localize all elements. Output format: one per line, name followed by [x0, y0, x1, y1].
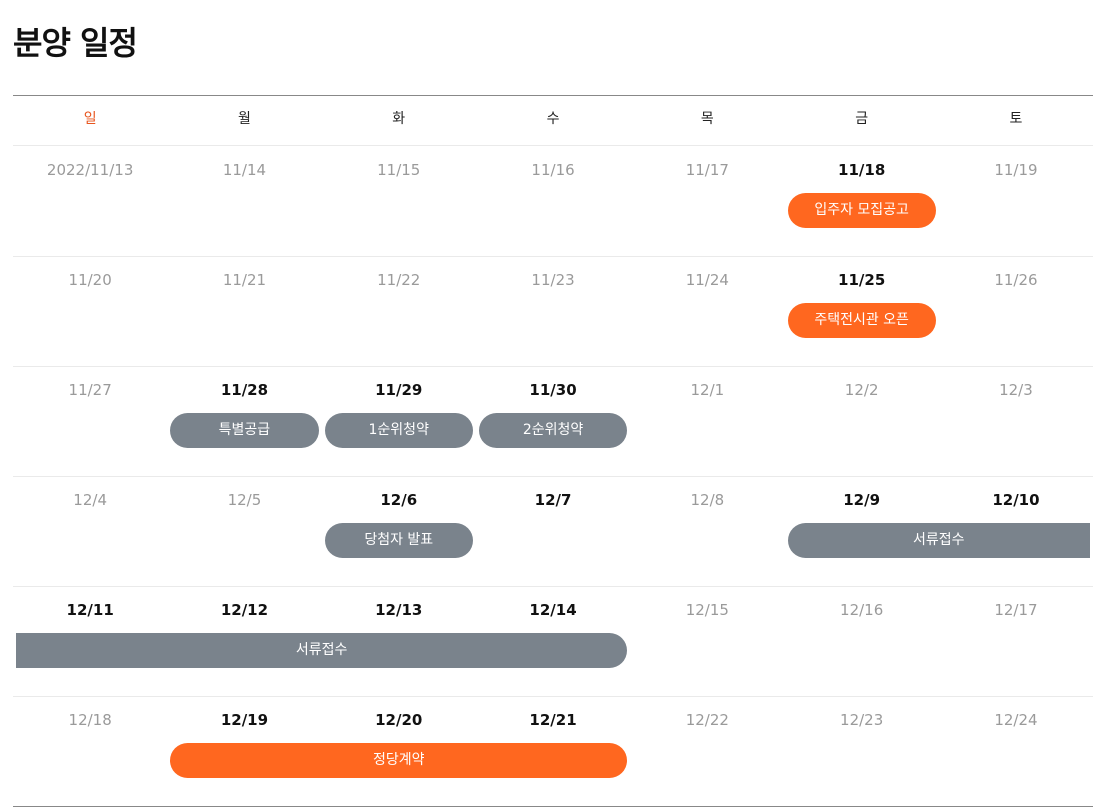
- date-cell: 12/8: [690, 491, 725, 509]
- event-pill[interactable]: 정당계약: [170, 743, 628, 778]
- date-cell[interactable]: 12/20: [322, 711, 476, 729]
- event-pill[interactable]: 입주자 모집공고: [787, 193, 936, 228]
- date-cell[interactable]: 12/21: [476, 711, 630, 729]
- weekday-tue: 화: [392, 111, 406, 127]
- date-cell[interactable]: 12/10: [939, 491, 1093, 509]
- date-cell: 12/15: [685, 601, 729, 619]
- date-cell: 12/24: [994, 711, 1038, 729]
- date-cell[interactable]: 12/6: [322, 491, 476, 509]
- date-cell[interactable]: 11/18: [785, 161, 939, 179]
- date-cell: 12/22: [685, 711, 729, 729]
- event-pill[interactable]: 특별공급: [170, 413, 319, 448]
- date-cell[interactable]: 12/9: [785, 491, 939, 509]
- weekday-fri: 금: [855, 111, 869, 127]
- page-title: 분양 일정: [13, 24, 138, 62]
- date-cell: 11/23: [531, 271, 575, 289]
- date-cell: 11/15: [377, 161, 421, 179]
- date-cell[interactable]: 12/12: [167, 601, 321, 619]
- date-cell: 12/3: [999, 381, 1033, 399]
- week-row: 12/18 12/19 12/20 12/21 12/22 12/23 12/24 정당계약: [13, 696, 1093, 806]
- week-row: 11/27 11/28 11/29 11/30 12/1 12/2 12/3 특별공급 1순위청…: [13, 366, 1093, 477]
- date-cell: 11/17: [685, 161, 729, 179]
- date-cell[interactable]: 12/14: [476, 601, 630, 619]
- date-cell: 12/18: [68, 711, 112, 729]
- date-cell[interactable]: 12/19: [167, 711, 321, 729]
- date-cell[interactable]: 12/7: [476, 491, 630, 509]
- week-row: 11/20 11/21 11/22 11/23 11/24 11/25 11/26 주택전시관…: [13, 256, 1093, 367]
- date-cell: 2022/11/13: [46, 161, 134, 179]
- event-pill[interactable]: 주택전시관 오픈: [787, 303, 936, 338]
- date-cell[interactable]: 11/29: [322, 381, 476, 399]
- week-row: 12/4 12/5 12/6 12/7 12/8 12/9 12/10 당첨자 발표 서류접수: [13, 476, 1093, 587]
- weekday-sun: 일: [83, 111, 97, 127]
- event-pill[interactable]: 1순위청약: [324, 413, 473, 448]
- weekday-header: 일월화수목금토: [13, 96, 1093, 146]
- date-cell[interactable]: 11/28: [167, 381, 321, 399]
- date-cell: 11/22: [377, 271, 421, 289]
- date-cell: 11/20: [68, 271, 112, 289]
- date-cell: 12/17: [994, 601, 1038, 619]
- weekday-mon: 월: [238, 111, 251, 127]
- date-cell: 11/27: [68, 381, 112, 399]
- date-cell: 12/4: [73, 491, 107, 509]
- date-cell: 12/23: [840, 711, 884, 729]
- date-cell: 11/19: [994, 161, 1038, 179]
- date-cell[interactable]: 12/11: [13, 601, 167, 619]
- weekday-wed: 수: [546, 111, 560, 127]
- date-cell[interactable]: 12/13: [322, 601, 476, 619]
- date-cell: 12/5: [227, 491, 262, 509]
- event-pill[interactable]: 서류접수: [787, 523, 1090, 558]
- week-row: 12/11 12/12 12/13 12/14 12/15 12/16 12/17 서류접수: [13, 586, 1093, 697]
- date-cell: 11/26: [994, 271, 1038, 289]
- date-cell: 12/1: [690, 381, 725, 399]
- weekday-thu: 목: [700, 111, 714, 127]
- date-cell: 12/2: [844, 381, 879, 399]
- date-cell[interactable]: 11/30: [476, 381, 630, 399]
- event-pill[interactable]: 2순위청약: [478, 413, 628, 448]
- week-row: 2022/11/13 11/14 11/15 11/16 11/17 11/18 11/19…: [13, 146, 1093, 257]
- date-cell: 11/21: [222, 271, 267, 289]
- weekday-sat: 토: [1009, 111, 1023, 127]
- date-cell: 11/24: [685, 271, 729, 289]
- date-cell: 12/16: [840, 601, 884, 619]
- event-pill[interactable]: 당첨자 발표: [324, 523, 473, 558]
- date-cell: 11/14: [222, 161, 267, 179]
- date-cell: 11/16: [531, 161, 575, 179]
- event-pill[interactable]: 서류접수: [16, 633, 628, 668]
- schedule-calendar: 일 월 화 수 목 금 토 2022/11/13 11/14 11/15 11/16 11/17 11…: [13, 95, 1093, 807]
- date-cell[interactable]: 11/25: [785, 271, 939, 289]
